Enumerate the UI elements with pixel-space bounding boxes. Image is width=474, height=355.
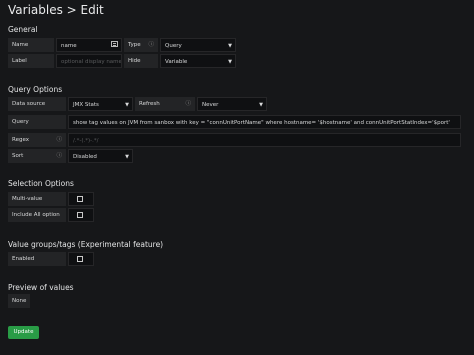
- type-select[interactable]: Query ▼: [160, 38, 236, 52]
- label-input[interactable]: optional display name: [56, 54, 122, 68]
- preview-value-none: None: [8, 294, 30, 308]
- sort-label-text: Sort: [12, 153, 24, 159]
- caret-down-icon: ▼: [125, 154, 129, 160]
- section-value-groups-heading: Value groups/tags (Experimental feature): [8, 240, 164, 249]
- regex-label: Regex ⓘ: [8, 133, 66, 147]
- include-all-checkbox[interactable]: [77, 212, 83, 218]
- hide-label-text: Hide: [128, 58, 141, 64]
- caret-down-icon: ▼: [228, 43, 232, 49]
- caret-down-icon: ▼: [259, 102, 263, 108]
- preview-value-none-text: None: [12, 298, 27, 304]
- caret-down-icon: ▼: [228, 59, 232, 65]
- info-circle-icon[interactable]: ⓘ: [56, 133, 62, 147]
- hide-select[interactable]: Variable ▼: [160, 54, 236, 68]
- multi-value-checkbox-area[interactable]: [68, 192, 94, 206]
- hide-label: Hide: [124, 54, 158, 68]
- refresh-label-text: Refresh: [139, 101, 160, 107]
- variable-edit-page: Variables > Edit General Name name Type …: [0, 0, 474, 355]
- name-label: Name: [8, 38, 54, 52]
- query-input-value: show tag values on JVM from sanbox with …: [73, 120, 450, 126]
- sort-label: Sort ⓘ: [8, 149, 66, 163]
- label-label: Label: [8, 54, 54, 68]
- sort-select[interactable]: Disabled ▼: [68, 149, 133, 163]
- info-circle-icon[interactable]: ⓘ: [148, 38, 154, 52]
- type-select-value: Query: [165, 43, 182, 49]
- multi-value-label-text: Multi-value: [12, 196, 43, 202]
- id-card-icon: [111, 41, 118, 47]
- name-label-text: Name: [12, 42, 29, 48]
- include-all-label-text: Include All option: [12, 212, 60, 218]
- refresh-select-value: Never: [202, 102, 219, 108]
- name-input[interactable]: name: [56, 38, 122, 52]
- query-label: Query: [8, 115, 66, 129]
- include-all-label: Include All option: [8, 208, 66, 222]
- datasource-label-text: Data source: [12, 101, 46, 107]
- regex-input[interactable]: /.*-(.*)-.*/: [68, 133, 461, 147]
- section-query-options-heading: Query Options: [8, 85, 63, 94]
- query-input[interactable]: show tag values on JVM from sanbox with …: [68, 115, 461, 129]
- name-input-value: name: [61, 43, 77, 49]
- info-circle-icon[interactable]: ⓘ: [185, 97, 191, 111]
- label-input-placeholder: optional display name: [61, 59, 122, 65]
- type-label-text: Type: [128, 42, 141, 48]
- label-label-text: Label: [12, 58, 27, 64]
- datasource-select-value: JMX Stats: [73, 102, 99, 108]
- query-label-text: Query: [12, 119, 29, 125]
- refresh-label: Refresh ⓘ: [135, 97, 195, 111]
- hide-select-value: Variable: [165, 59, 188, 65]
- page-title: Variables > Edit: [8, 3, 104, 17]
- info-circle-icon[interactable]: ⓘ: [56, 149, 62, 163]
- datasource-select[interactable]: JMX Stats ▼: [68, 97, 133, 111]
- enabled-checkbox[interactable]: [77, 256, 83, 262]
- refresh-select[interactable]: Never ▼: [197, 97, 267, 111]
- update-button[interactable]: Update: [8, 326, 39, 339]
- caret-down-icon: ▼: [125, 102, 129, 108]
- enabled-checkbox-area[interactable]: [68, 252, 94, 266]
- include-all-checkbox-area[interactable]: [68, 208, 94, 222]
- section-general-heading: General: [8, 25, 38, 34]
- enabled-label-text: Enabled: [12, 256, 35, 262]
- regex-input-placeholder: /.*-(.*)-.*/: [73, 138, 99, 144]
- section-selection-options-heading: Selection Options: [8, 179, 74, 188]
- type-label: Type ⓘ: [124, 38, 158, 52]
- multi-value-label: Multi-value: [8, 192, 66, 206]
- section-preview-heading: Preview of values: [8, 283, 74, 292]
- datasource-label: Data source: [8, 97, 66, 111]
- regex-label-text: Regex: [12, 137, 29, 143]
- multi-value-checkbox[interactable]: [77, 196, 83, 202]
- enabled-label: Enabled: [8, 252, 66, 266]
- sort-select-value: Disabled: [73, 154, 97, 160]
